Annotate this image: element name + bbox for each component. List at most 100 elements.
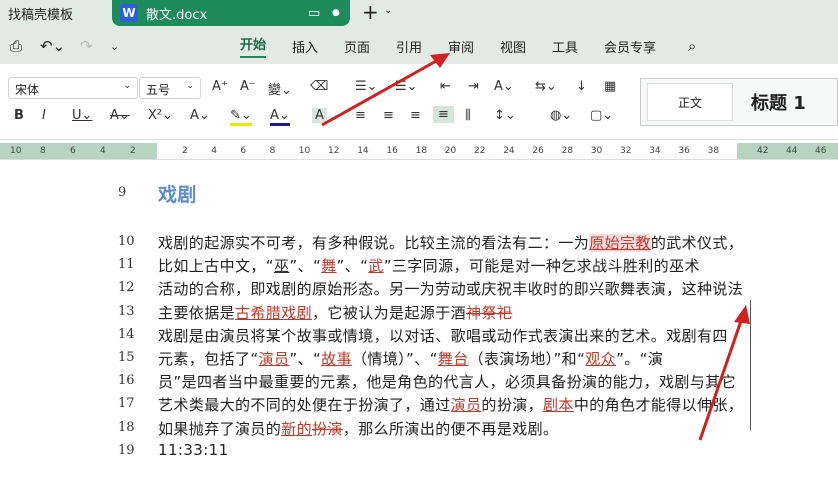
text-run: 员”是四者当中最重要的元素，他是角色的代言人，必须具备扮演的能力，戏剧与其它 xyxy=(158,373,736,392)
style-gallery: 正文 标题 1 xyxy=(640,78,838,126)
size-value: 五号 xyxy=(146,83,171,97)
grow-font-icon[interactable]: A⁺ xyxy=(212,79,228,94)
redo-icon[interactable]: ↷ xyxy=(80,37,93,55)
font-value: 宋体 xyxy=(15,83,40,97)
line-number: 19 xyxy=(118,442,135,458)
text-run: 主要依据是 xyxy=(158,303,236,322)
char-shading-icon[interactable]: A xyxy=(312,108,327,123)
ruler-label: 24 xyxy=(503,146,515,156)
bold-icon[interactable]: B xyxy=(14,108,24,123)
menu-tools[interactable]: 工具 xyxy=(552,37,578,56)
ruler-label: 14 xyxy=(357,146,369,156)
paragraph-line[interactable]: 戏剧是由演员将某个故事或情境，以对话、歌唱或动作式表演出来的艺术。戏剧有四 xyxy=(158,325,728,346)
paragraph-line[interactable]: 主要依据是古希腊戏剧，它被认为是起源于酒神祭祀 xyxy=(158,302,512,323)
text-run: 比如上古中文，“ xyxy=(158,257,274,276)
ruler-label: 28 xyxy=(561,146,574,156)
paragraph-line[interactable]: 活动的合称，即戏剧的原始形态。另一为劳动或庆祝丰收时的即兴歌舞表演，这种说法 xyxy=(158,278,743,299)
ruler-label: 34 xyxy=(649,146,661,156)
paragraph-line[interactable]: 如果抛弃了演员的新的扮演，那么所演出的便不再是戏剧。 xyxy=(158,418,558,439)
more-chevron-icon[interactable]: ⌄ xyxy=(110,40,119,53)
revision-text: 扮演 xyxy=(312,419,343,438)
menu-page[interactable]: 页面 xyxy=(344,37,370,56)
ruler[interactable]: 10 8 6 4 2 2 4 6 8 10 12 14 16 18 20 22 24 26 28 30 32 34 36 38… xyxy=(0,143,838,160)
line-break-icon[interactable]: ⇆⌄ xyxy=(535,79,557,94)
ruler-label: 4 xyxy=(100,146,106,156)
align-center-icon[interactable]: ≡ xyxy=(383,108,394,123)
paragraph-line[interactable]: 艺术类最大的不同的处便在于扮演了，通过演员的扮演，剧本中的角色才能得以伸张， xyxy=(158,394,743,415)
ruler-label: 26 xyxy=(532,146,544,156)
increase-indent-icon[interactable]: ⇥ xyxy=(468,79,479,94)
search-icon[interactable]: ⌕ xyxy=(688,37,696,55)
paragraph-line[interactable]: 戏剧的起源实不可考，有多种假说。比较主流的看法有二：一为原始宗教的武术仪式， xyxy=(158,232,743,253)
style-normal[interactable]: 正文 xyxy=(647,83,733,121)
superscript-icon[interactable]: X²⌄ xyxy=(148,108,173,123)
ruler-label: 16 xyxy=(386,146,398,156)
shading-icon[interactable]: ◍⌄ xyxy=(550,108,572,123)
text-run: ”、“ xyxy=(289,257,322,276)
chevron-down-icon[interactable]: ⌄ xyxy=(384,5,392,16)
menu-home[interactable]: 开始 xyxy=(240,34,267,58)
heading[interactable]: 戏剧 xyxy=(158,180,197,207)
align-left-icon[interactable]: ≡ xyxy=(355,108,366,123)
text-effect-icon[interactable]: A⌄ xyxy=(190,108,210,123)
menu-member[interactable]: 会员专享 xyxy=(604,37,656,56)
table-grid-icon[interactable]: ▦ xyxy=(604,79,616,94)
line-number: 14 xyxy=(118,326,135,342)
text-run: 中的角色才能得以伸张， xyxy=(573,396,744,415)
text-run: 元素，包括了“ xyxy=(158,350,259,368)
menu-references[interactable]: 引用 xyxy=(396,37,422,56)
strikethrough-icon[interactable]: A⌄ xyxy=(110,108,130,123)
paragraph-line[interactable]: 元素，包括了“演员”、“故事（情境）”、“舞台（表演场地）”和“观众”。“演 xyxy=(158,348,663,369)
border-icon[interactable]: ▢⌄ xyxy=(590,108,613,123)
revision-text: 故事 xyxy=(321,350,352,368)
ruler-label: 2 xyxy=(182,146,188,156)
document-page[interactable]: 9 戏剧 10 戏剧的起源实不可考，有多种假说。比较主流的看法有二：一为原始宗教的武术… xyxy=(0,160,838,479)
revision-text: 演员 xyxy=(258,350,290,368)
tab-document[interactable]: W 散文.docx ▭ ● xyxy=(112,0,350,26)
menu-insert[interactable]: 插入 xyxy=(292,37,318,56)
line-spacing-icon[interactable]: ↕⌄ xyxy=(494,108,516,123)
distribute-icon[interactable]: ⫼ xyxy=(465,108,471,123)
tab-template[interactable]: 找稿壳模板 xyxy=(0,0,108,26)
paragraph-line[interactable]: 比如上古中文，“巫”、“舞”、“武”三字同源，可能是对一种乞求战斗胜利的巫术 xyxy=(158,255,700,276)
paragraph-line[interactable]: 员”是四者当中最重要的元素，他是角色的代言人，必须具备扮演的能力，戏剧与其它 xyxy=(158,371,736,392)
align-right-icon[interactable]: ≡ xyxy=(410,108,421,123)
menu-view[interactable]: 视图 xyxy=(500,37,526,56)
clear-format-icon[interactable]: ⌫ xyxy=(310,79,328,94)
font-size-select[interactable]: 五号 ⌄ xyxy=(139,77,201,99)
highlight-icon[interactable]: ✎⌄ xyxy=(230,108,252,126)
undo-icon[interactable]: ↶⌄ xyxy=(40,37,65,55)
revision-text: 神祭祀 xyxy=(466,303,513,322)
font-color-icon[interactable]: A⌄ xyxy=(270,108,290,126)
line-number: 18 xyxy=(118,419,135,435)
line-number: 9 xyxy=(118,185,127,200)
new-tab-plus-icon[interactable]: + xyxy=(362,0,379,24)
phonetic-icon[interactable]: 變⌄ xyxy=(268,79,292,98)
underline-icon[interactable]: U⌄ xyxy=(72,108,92,123)
text-direction-icon[interactable]: A⌄ xyxy=(494,79,514,94)
style-heading1[interactable]: 标题 1 xyxy=(751,89,806,115)
text-run: ”、“ xyxy=(289,350,322,368)
text-run: ”三字同源，可能是对一种乞求战斗胜利的巫术 xyxy=(383,257,700,276)
text-run: 的武术仪式， xyxy=(650,234,744,252)
print-preview-icon[interactable]: ⎙ xyxy=(10,37,22,55)
ruler-label: 20 xyxy=(444,146,457,156)
line-number: 13 xyxy=(118,303,135,319)
decrease-indent-icon[interactable]: ⇤ xyxy=(440,79,451,94)
shrink-font-icon[interactable]: A⁻ xyxy=(240,79,256,94)
revision-text: 巫 xyxy=(273,257,290,276)
monitor-icon[interactable]: ▭ xyxy=(308,6,320,21)
text-run: 的扮演， xyxy=(481,396,544,415)
revision-text: 古希腊戏剧 xyxy=(235,303,313,322)
sort-icon[interactable]: ↓ xyxy=(576,79,587,94)
italic-icon[interactable]: I xyxy=(42,108,46,123)
justify-icon[interactable]: ≡ xyxy=(433,106,454,123)
ruler-label: 18 xyxy=(415,146,428,156)
numbered-list-icon[interactable]: ☰⌄ xyxy=(395,79,418,94)
revision-text: 原始宗教 xyxy=(589,234,651,252)
font-family-select[interactable]: 宋体 ⌄ xyxy=(8,77,138,99)
menu-review[interactable]: 审阅 xyxy=(448,37,474,56)
bullet-list-icon[interactable]: ☰⌄ xyxy=(355,79,378,94)
paragraph-line[interactable]: 11:33:11 xyxy=(158,441,229,459)
ruler-label: 44 xyxy=(786,146,798,156)
